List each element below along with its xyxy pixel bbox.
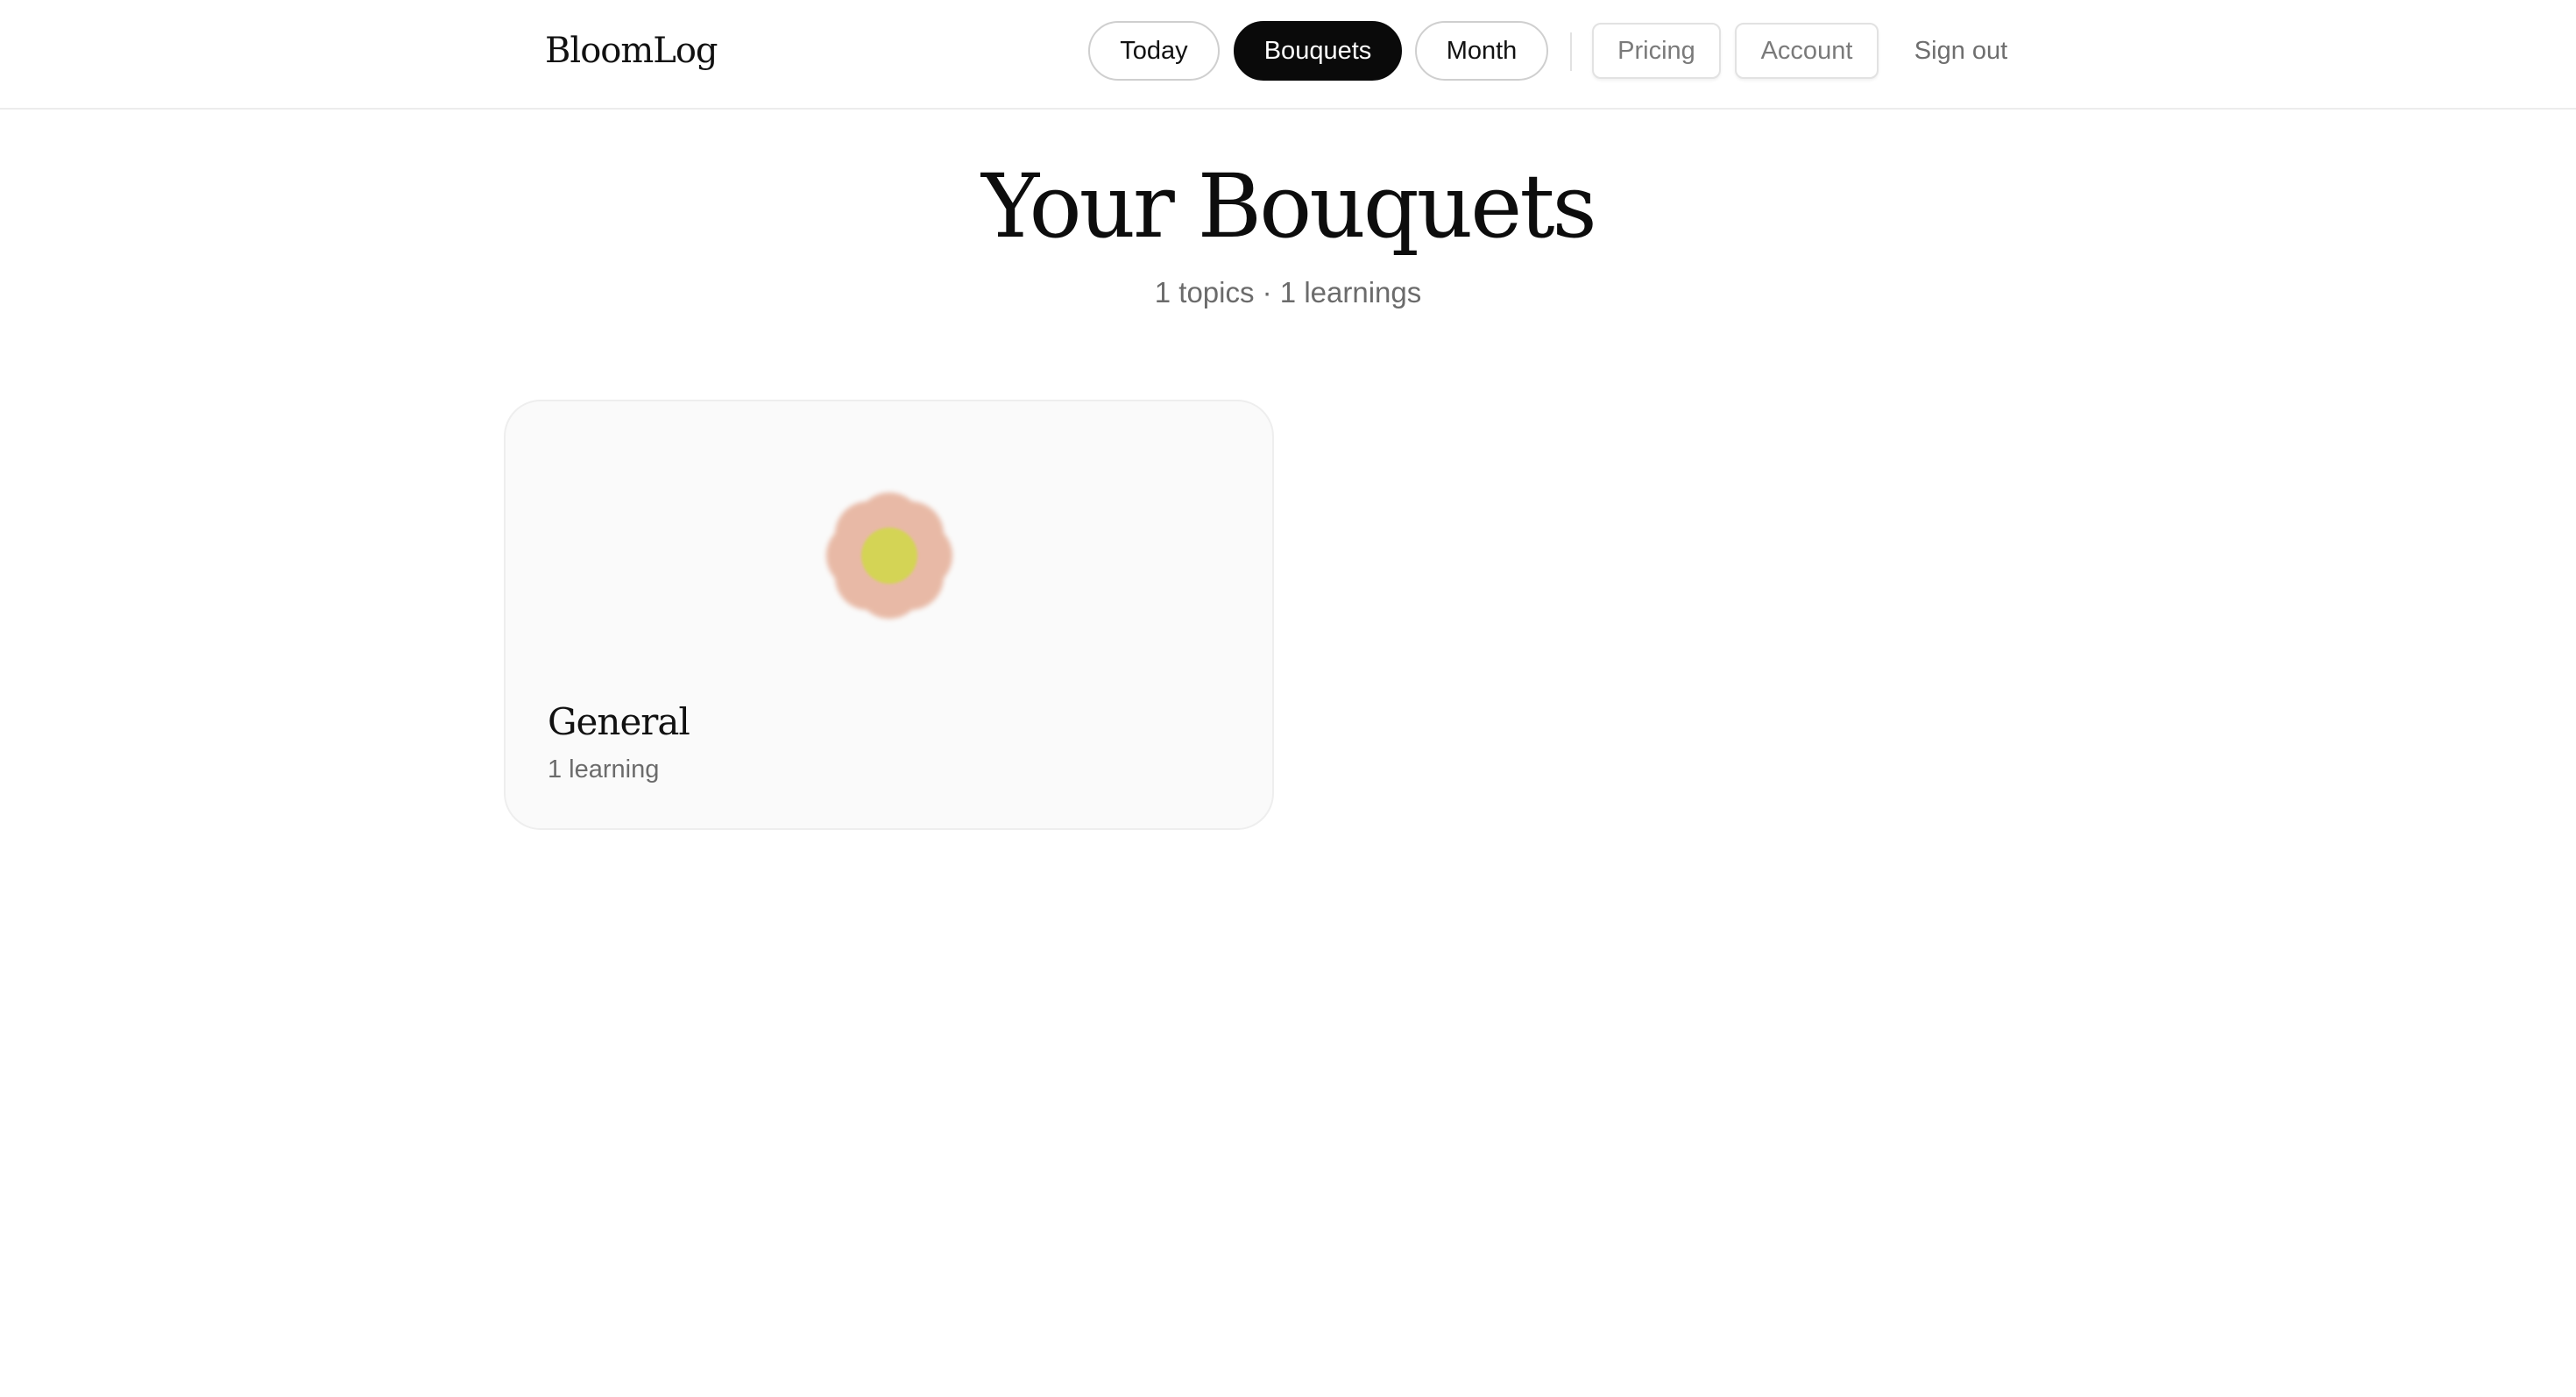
pricing-button[interactable]: Pricing: [1592, 23, 1721, 79]
bouquet-title: General: [548, 700, 690, 743]
nav-divider: [1570, 32, 1572, 71]
tab-month[interactable]: Month: [1415, 21, 1548, 81]
bouquet-count: 1 learning: [548, 755, 660, 784]
tab-bouquets[interactable]: Bouquets: [1234, 21, 1402, 81]
top-nav-bar: BloomLog Today Bouquets Month Pricing Ac…: [0, 0, 2576, 110]
flower-icon: [826, 493, 952, 619]
page-title: Your Bouquets: [981, 155, 1597, 258]
brand-logo[interactable]: BloomLog: [545, 26, 718, 75]
sign-out-button[interactable]: Sign out: [1901, 23, 2020, 79]
account-button[interactable]: Account: [1735, 23, 1879, 79]
page-subtitle: 1 topics · 1 learnings: [1154, 276, 1422, 308]
flower-center: [861, 528, 917, 584]
bouquet-card-general[interactable]: General 1 learning: [504, 400, 1274, 830]
tab-today[interactable]: Today: [1088, 21, 1220, 81]
